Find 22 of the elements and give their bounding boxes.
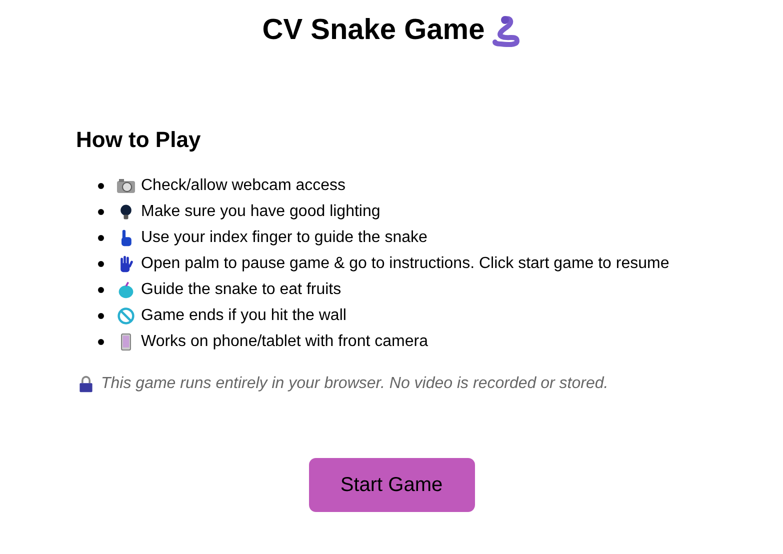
bullet-dot bbox=[98, 261, 104, 267]
snake-icon bbox=[490, 14, 521, 46]
instruction-text: Works on phone/tablet with front camera bbox=[141, 333, 428, 351]
section-heading: How to Play bbox=[76, 127, 202, 153]
start-game-button[interactable]: Start Game bbox=[308, 458, 474, 512]
instruction-text: Open palm to pause game & go to instructions. Click start game to resume bbox=[141, 255, 670, 273]
bullet-dot bbox=[98, 209, 104, 215]
instruction-text: Game ends if you hit the wall bbox=[141, 307, 346, 325]
bullet-dot bbox=[98, 313, 104, 319]
prohibited-icon bbox=[116, 307, 136, 325]
bullet-dot bbox=[98, 183, 104, 189]
bullet-dot bbox=[98, 339, 104, 345]
bullet-dot bbox=[98, 235, 104, 241]
instruction-text: Guide the snake to eat fruits bbox=[141, 281, 342, 299]
camera-icon bbox=[116, 177, 136, 195]
page-title: CV Snake Game bbox=[262, 14, 485, 47]
instruction-text: Use your index finger to guide the snake bbox=[141, 229, 428, 247]
instruction-text: Make sure you have good lighting bbox=[141, 203, 380, 221]
apple-icon bbox=[116, 281, 136, 299]
bullet-dot bbox=[98, 287, 104, 293]
privacy-note: This game runs entirely in your browser. No video is recorded or stored. bbox=[101, 375, 608, 393]
instruction-text: Check/allow webcam access bbox=[141, 177, 346, 195]
